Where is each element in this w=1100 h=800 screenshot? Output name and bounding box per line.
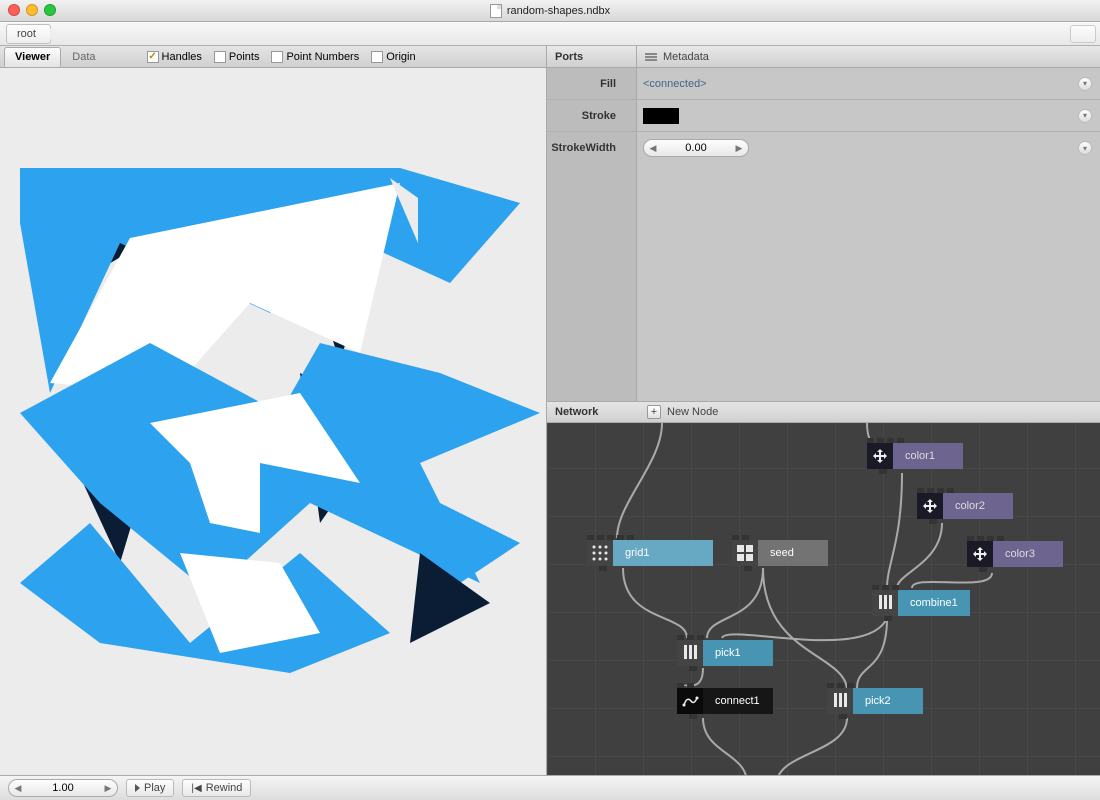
- node-label: color1: [893, 443, 963, 469]
- viewer-canvas[interactable]: [0, 68, 546, 775]
- filename: random-shapes.ndbx: [507, 5, 610, 17]
- color-icon: [967, 541, 993, 567]
- rewind-icon: |◀: [191, 783, 201, 794]
- label-point-numbers: Point Numbers: [286, 51, 359, 63]
- node-pick1[interactable]: pick1: [677, 640, 773, 666]
- check-point-numbers[interactable]: [271, 51, 283, 63]
- connect-icon: [677, 688, 703, 714]
- node-label: color3: [993, 541, 1063, 567]
- node-color3[interactable]: color3: [967, 541, 1063, 567]
- frame-value[interactable]: 1.00: [27, 782, 99, 794]
- shapes-render: [20, 163, 540, 723]
- node-label: connect1: [703, 688, 773, 714]
- node-pick2[interactable]: pick2: [827, 688, 923, 714]
- rewind-button[interactable]: |◀ Rewind: [182, 779, 251, 797]
- rewind-label: Rewind: [206, 782, 243, 794]
- check-origin[interactable]: [371, 51, 383, 63]
- metadata-icon: [645, 53, 657, 61]
- node-color2[interactable]: color2: [917, 493, 1013, 519]
- playbar: ◀ 1.00 ▶ Play |◀ Rewind: [0, 775, 1100, 800]
- node-color1[interactable]: color1: [867, 443, 963, 469]
- strokewidth-stepper[interactable]: ◀ 0.00 ▶: [643, 139, 749, 157]
- zoom-icon[interactable]: [44, 4, 56, 16]
- label-origin: Origin: [386, 51, 415, 63]
- network-canvas[interactable]: grid1 seed color1: [547, 423, 1100, 775]
- grid-icon: [587, 540, 613, 566]
- breadcrumb: root: [0, 22, 1100, 46]
- stepper-left-icon[interactable]: ◀: [9, 783, 27, 794]
- color-icon: [917, 493, 943, 519]
- label-handles: Handles: [162, 51, 202, 63]
- disclosure-icon[interactable]: ▾: [1078, 77, 1092, 91]
- node-label: pick1: [703, 640, 773, 666]
- metadata-label: Metadata: [663, 51, 709, 63]
- breadcrumb-menu[interactable]: [1070, 25, 1096, 43]
- node-combine1[interactable]: combine1: [872, 590, 970, 616]
- stepper-right-icon[interactable]: ▶: [730, 143, 748, 154]
- new-node-button[interactable]: + New Node: [637, 405, 718, 419]
- disclosure-icon[interactable]: ▾: [1078, 141, 1092, 155]
- viewer-tabbar: Viewer Data Handles Points Point Numbers…: [0, 46, 546, 68]
- node-label: combine1: [898, 590, 970, 616]
- list-icon: [677, 640, 703, 666]
- prop-fill-label: Fill: [600, 78, 626, 90]
- stroke-swatch[interactable]: [643, 108, 679, 124]
- node-seed[interactable]: seed: [732, 540, 828, 566]
- check-points[interactable]: [214, 51, 226, 63]
- property-empty: [637, 164, 1100, 401]
- list-icon: [827, 688, 853, 714]
- plus-icon: +: [647, 405, 661, 419]
- color-icon: [867, 443, 893, 469]
- node-label: color2: [943, 493, 1013, 519]
- window-controls: [8, 4, 56, 16]
- strokewidth-value[interactable]: 0.00: [662, 142, 730, 154]
- play-button[interactable]: Play: [126, 779, 174, 797]
- list-icon: [872, 590, 898, 616]
- fill-value[interactable]: <connected>: [643, 78, 707, 90]
- node-wires: [547, 423, 1100, 775]
- tab-viewer[interactable]: Viewer: [4, 47, 61, 67]
- node-connect1[interactable]: connect1: [677, 688, 773, 714]
- breadcrumb-root[interactable]: root: [6, 24, 51, 44]
- disclosure-icon[interactable]: ▾: [1078, 109, 1092, 123]
- network-header: Network: [547, 406, 637, 418]
- node-label: grid1: [613, 540, 713, 566]
- frame-stepper[interactable]: ◀ 1.00 ▶: [8, 779, 118, 797]
- seed-icon: [732, 540, 758, 566]
- node-grid1[interactable]: grid1: [587, 540, 713, 566]
- play-icon: [135, 784, 140, 792]
- titlebar: random-shapes.ndbx: [0, 0, 1100, 22]
- node-label: seed: [758, 540, 828, 566]
- stepper-right-icon[interactable]: ▶: [99, 783, 117, 794]
- check-handles[interactable]: [147, 51, 159, 63]
- new-node-label: New Node: [667, 406, 718, 418]
- node-label: pick2: [853, 688, 923, 714]
- metadata-header[interactable]: Metadata: [637, 46, 1100, 68]
- prop-stroke-label: Stroke: [582, 110, 626, 122]
- minimize-icon[interactable]: [26, 4, 38, 16]
- prop-strokewidth-label: StrokeWidth: [551, 142, 626, 154]
- document-icon: [490, 4, 502, 18]
- label-points: Points: [229, 51, 260, 63]
- play-label: Play: [144, 782, 165, 794]
- tab-data[interactable]: Data: [61, 47, 106, 67]
- page-title: random-shapes.ndbx: [490, 4, 610, 18]
- ports-header: Ports: [547, 46, 636, 68]
- close-icon[interactable]: [8, 4, 20, 16]
- stepper-left-icon[interactable]: ◀: [644, 143, 662, 154]
